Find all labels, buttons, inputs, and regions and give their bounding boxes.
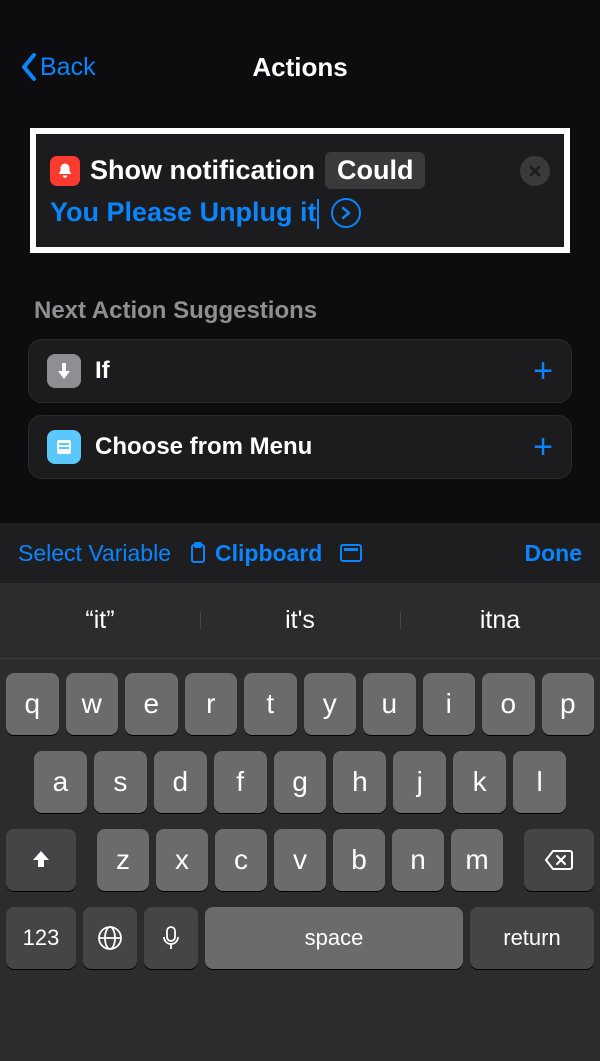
key-h[interactable]: h (333, 751, 386, 813)
globe-icon (97, 925, 123, 951)
branch-icon (47, 354, 81, 388)
expand-action-button[interactable] (331, 198, 361, 228)
backspace-icon (544, 849, 574, 871)
chevron-right-icon (341, 206, 351, 220)
key-a[interactable]: a (34, 751, 87, 813)
key-row-3: z x c v b n m (6, 829, 594, 891)
mic-icon (162, 925, 180, 951)
action-param-pill[interactable]: Could (325, 152, 425, 189)
header: Back Actions (0, 26, 600, 108)
key-r[interactable]: r (185, 673, 238, 735)
key-row-2: a s d f g h j k l (6, 751, 594, 813)
key-row-bottom: 123 space return (6, 907, 594, 969)
remove-action-button[interactable] (520, 156, 550, 186)
key-w[interactable]: w (66, 673, 119, 735)
globe-key[interactable] (83, 907, 137, 969)
keyboard-accessory-bar: Select Variable Clipboard Done (0, 523, 600, 583)
close-icon (528, 164, 542, 178)
numbers-key[interactable]: 123 (6, 907, 76, 969)
menu-icon (47, 430, 81, 464)
chevron-left-icon (20, 52, 38, 82)
back-button[interactable]: Back (20, 52, 96, 82)
prediction-item[interactable]: it's (200, 606, 400, 635)
suggestion-label: If (95, 357, 519, 385)
shift-icon (29, 848, 53, 872)
back-label: Back (40, 53, 96, 82)
action-input[interactable]: You Please Unplug it (50, 197, 550, 229)
action-label: Show notification (90, 155, 315, 186)
key-p[interactable]: p (542, 673, 595, 735)
select-variable-button[interactable]: Select Variable (18, 540, 171, 567)
add-suggestion-button[interactable]: + (533, 430, 553, 464)
key-f[interactable]: f (214, 751, 267, 813)
key-g[interactable]: g (274, 751, 327, 813)
action-card-highlight: Show notification Could You Please Unplu… (30, 128, 570, 253)
key-k[interactable]: k (453, 751, 506, 813)
key-n[interactable]: n (392, 829, 444, 891)
notification-icon (50, 156, 80, 186)
prediction-row: “it” it's itna (0, 583, 600, 659)
done-button[interactable]: Done (525, 540, 583, 567)
clipboard-icon (189, 542, 207, 564)
keyboard: “it” it's itna q w e r t y u i o p a s d… (0, 583, 600, 1061)
key-l[interactable]: l (513, 751, 566, 813)
key-y[interactable]: y (304, 673, 357, 735)
page-title: Actions (252, 52, 347, 83)
return-key[interactable]: return (470, 907, 594, 969)
backspace-key[interactable] (524, 829, 594, 891)
action-card[interactable]: Show notification Could You Please Unplu… (46, 144, 554, 237)
key-j[interactable]: j (393, 751, 446, 813)
add-suggestion-button[interactable]: + (533, 354, 553, 388)
key-i[interactable]: i (423, 673, 476, 735)
calculator-button[interactable] (340, 544, 362, 562)
key-v[interactable]: v (274, 829, 326, 891)
key-m[interactable]: m (451, 829, 503, 891)
suggestion-if[interactable]: If + (28, 339, 572, 403)
key-q[interactable]: q (6, 673, 59, 735)
key-u[interactable]: u (363, 673, 416, 735)
key-z[interactable]: z (97, 829, 149, 891)
prediction-item[interactable]: “it” (0, 606, 200, 635)
action-input-text: You Please Unplug it (50, 197, 317, 227)
space-key[interactable]: space (205, 907, 463, 969)
shift-key[interactable] (6, 829, 76, 891)
suggestion-choose-menu[interactable]: Choose from Menu + (28, 415, 572, 479)
key-t[interactable]: t (244, 673, 297, 735)
key-row-1: q w e r t y u i o p (6, 673, 594, 735)
key-c[interactable]: c (215, 829, 267, 891)
key-e[interactable]: e (125, 673, 178, 735)
key-s[interactable]: s (94, 751, 147, 813)
dictation-key[interactable] (144, 907, 198, 969)
key-o[interactable]: o (482, 673, 535, 735)
key-b[interactable]: b (333, 829, 385, 891)
suggestions-heading: Next Action Suggestions (34, 297, 566, 325)
clipboard-button[interactable]: Clipboard (189, 540, 322, 567)
suggestion-label: Choose from Menu (95, 433, 519, 461)
key-x[interactable]: x (156, 829, 208, 891)
prediction-item[interactable]: itna (400, 606, 600, 635)
key-d[interactable]: d (154, 751, 207, 813)
calculator-icon (340, 544, 362, 562)
